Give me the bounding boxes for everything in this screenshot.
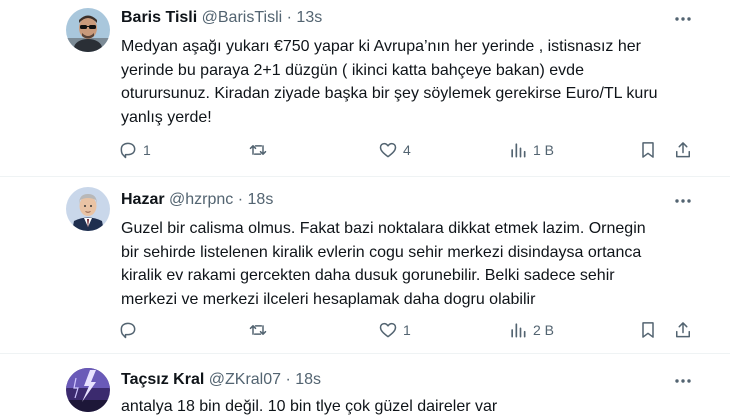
share-button[interactable] xyxy=(673,139,693,161)
display-name[interactable]: Taçsız Kral xyxy=(121,371,204,388)
heart-icon xyxy=(379,322,397,338)
tweet-text-line: merkezi ve merkezi ilceleri hesaplamak d… xyxy=(121,290,536,308)
reply-button[interactable]: 1 xyxy=(118,139,151,161)
separator-dot: · xyxy=(237,191,244,208)
tweet-text-line: bir sehirde listelenen kiralik evlerin c… xyxy=(121,243,642,261)
tweet-text-line: antalya 18 bin değil. 10 bin tlye çok gü… xyxy=(121,398,498,415)
tweet-actions: 1 2 B xyxy=(0,319,730,341)
retweet-button[interactable] xyxy=(248,319,273,341)
view-count: 1 B xyxy=(533,142,555,158)
avatar[interactable] xyxy=(66,368,110,412)
timestamp[interactable]: 18s xyxy=(248,191,274,208)
view-count: 2 B xyxy=(533,322,555,338)
tweet-text: antalya 18 bin değil. 10 bin tlye çok gü… xyxy=(121,395,681,419)
bookmark-button[interactable] xyxy=(638,319,658,341)
more-options-button[interactable] xyxy=(670,191,696,211)
reply-button[interactable] xyxy=(118,319,143,341)
tweet-text-line: Guzel bir calisma olmus. Fakat bazi nokt… xyxy=(121,220,646,237)
profile-illustration-icon xyxy=(66,187,110,231)
heart-icon xyxy=(379,142,397,158)
tweet-text: Guzel bir calisma olmus. Fakat bazi nokt… xyxy=(121,217,681,311)
tweet-actions: 1 4 1 B xyxy=(0,139,730,161)
display-name[interactable]: Baris Tisli xyxy=(121,9,197,26)
tweet-1[interactable]: Baris Tisli @BarisTisli · 13s Medyan aşa… xyxy=(0,0,730,176)
tweet-text-line: yerinde bu paraya 2+1 düzgün ( ikinci ka… xyxy=(121,61,584,79)
tweet-header: Taçsız Kral @ZKral07 · 18s xyxy=(121,370,321,390)
display-name[interactable]: Hazar xyxy=(121,191,165,208)
bookmark-icon xyxy=(642,142,654,158)
retweet-button[interactable] xyxy=(248,139,273,161)
tweet-text-line: oturursunuz. Kiradan ziyade başka bir şe… xyxy=(121,85,658,102)
profile-photo-lightning-icon xyxy=(66,368,110,412)
tweet-header: Baris Tisli @BarisTisli · 13s xyxy=(121,8,322,28)
share-button[interactable] xyxy=(673,319,693,341)
tweet-text-line: yanlış yerde! xyxy=(121,108,212,126)
user-handle[interactable]: @BarisTisli xyxy=(202,9,283,26)
like-count: 4 xyxy=(403,142,411,158)
avatar[interactable] xyxy=(66,8,110,52)
tweet-header: Hazar @hzrpnc · 18s xyxy=(121,190,273,210)
like-button[interactable]: 4 xyxy=(378,139,411,161)
timestamp[interactable]: 13s xyxy=(296,9,322,26)
analytics-bar-icon xyxy=(511,143,526,158)
retweet-icon xyxy=(249,325,267,335)
separator-dot: · xyxy=(285,371,291,388)
tweet-3[interactable]: Taçsız Kral @ZKral07 · 18s antalya 18 bi… xyxy=(0,354,730,420)
tweet-text-line: Medyan aşağı yukarı €750 yapar ki Avrupa… xyxy=(121,38,641,55)
bookmark-icon xyxy=(642,322,654,338)
user-handle[interactable]: @ZKral07 xyxy=(209,371,281,388)
share-icon xyxy=(676,142,690,158)
reply-icon xyxy=(120,142,136,159)
more-dots-icon xyxy=(675,17,691,21)
tweet-text-line: kiralik ev rakami gercekten daha dusuk g… xyxy=(121,267,615,284)
views-button[interactable]: 1 B xyxy=(508,139,554,161)
tweet-2[interactable]: Hazar @hzrpnc · 18s Guzel bir calisma ol… xyxy=(0,177,730,353)
profile-photo-icon xyxy=(66,8,110,52)
more-dots-icon xyxy=(675,199,691,203)
tweet-text: Medyan aşağı yukarı €750 yapar ki Avrupa… xyxy=(121,35,681,129)
reply-count: 1 xyxy=(143,142,151,158)
views-button[interactable]: 2 B xyxy=(508,319,554,341)
separator-dot: · xyxy=(286,9,292,26)
like-count: 1 xyxy=(403,322,411,338)
retweet-icon xyxy=(249,145,267,155)
more-dots-icon xyxy=(675,379,691,383)
user-handle[interactable]: @hzrpnc xyxy=(169,191,233,208)
analytics-bar-icon xyxy=(511,323,526,338)
bookmark-button[interactable] xyxy=(638,139,658,161)
more-options-button[interactable] xyxy=(670,9,696,29)
avatar[interactable] xyxy=(66,187,110,231)
share-icon xyxy=(676,322,690,338)
timestamp[interactable]: 18s xyxy=(295,371,321,388)
like-button[interactable]: 1 xyxy=(378,319,411,341)
reply-icon xyxy=(120,322,136,339)
more-options-button[interactable] xyxy=(670,371,696,391)
